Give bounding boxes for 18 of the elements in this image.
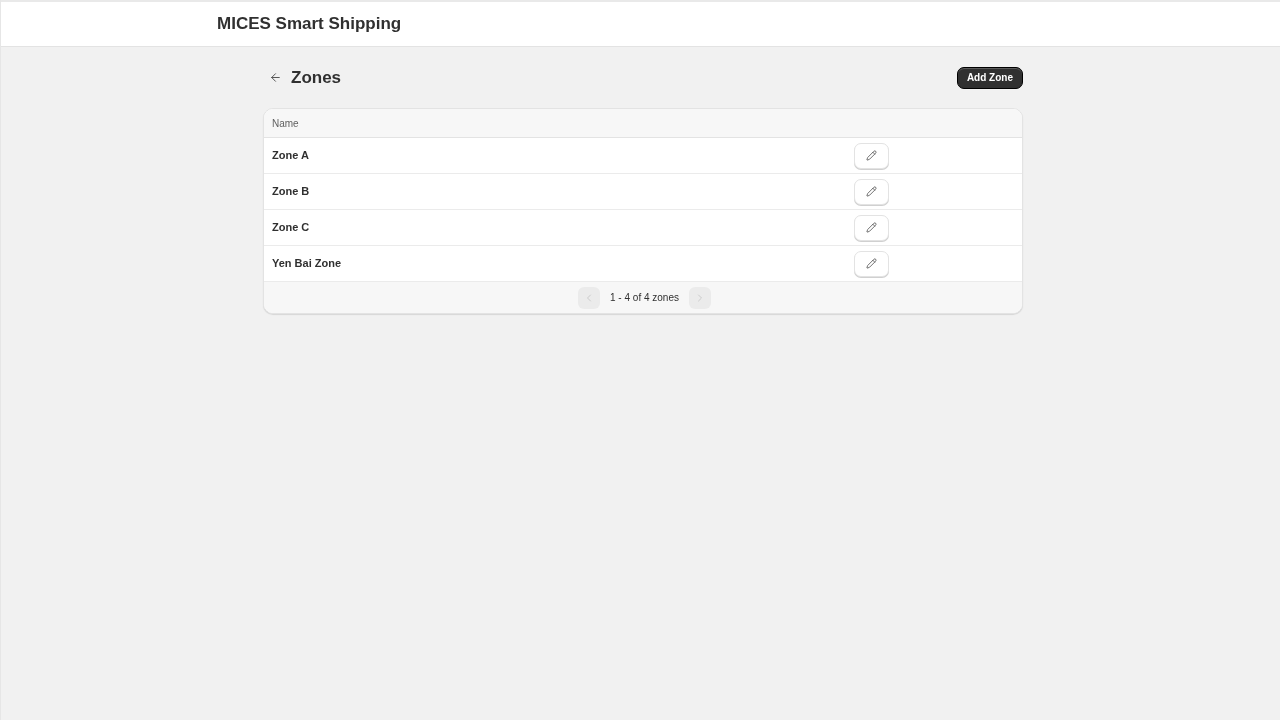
- add-zone-button[interactable]: Add Zone: [956, 66, 1023, 89]
- zone-name-cell-text: Zone A: [271, 148, 309, 164]
- pencil-icon: [866, 222, 877, 233]
- zone-name-cell-text: Zone C: [271, 220, 310, 236]
- pencil-icon: [866, 150, 877, 161]
- edit-button[interactable]: [854, 250, 889, 277]
- zone-name-cell-text: Yen Bai Zone: [271, 256, 342, 272]
- zone-name-cell-text: Zone B: [271, 184, 310, 200]
- edit-button[interactable]: [854, 214, 889, 241]
- pencil-icon: [866, 186, 877, 197]
- app-title: MICES Smart Shipping: [217, 13, 402, 36]
- left-arrow-icon: [268, 71, 282, 84]
- edit-button[interactable]: [854, 142, 889, 169]
- pagination-label: 1 - 4 of 4 zones: [610, 291, 679, 305]
- edit-button[interactable]: [854, 178, 889, 205]
- pencil-icon: [866, 258, 877, 269]
- page-title: Zones: [291, 66, 342, 89]
- column-header: Name: [271, 116, 299, 131]
